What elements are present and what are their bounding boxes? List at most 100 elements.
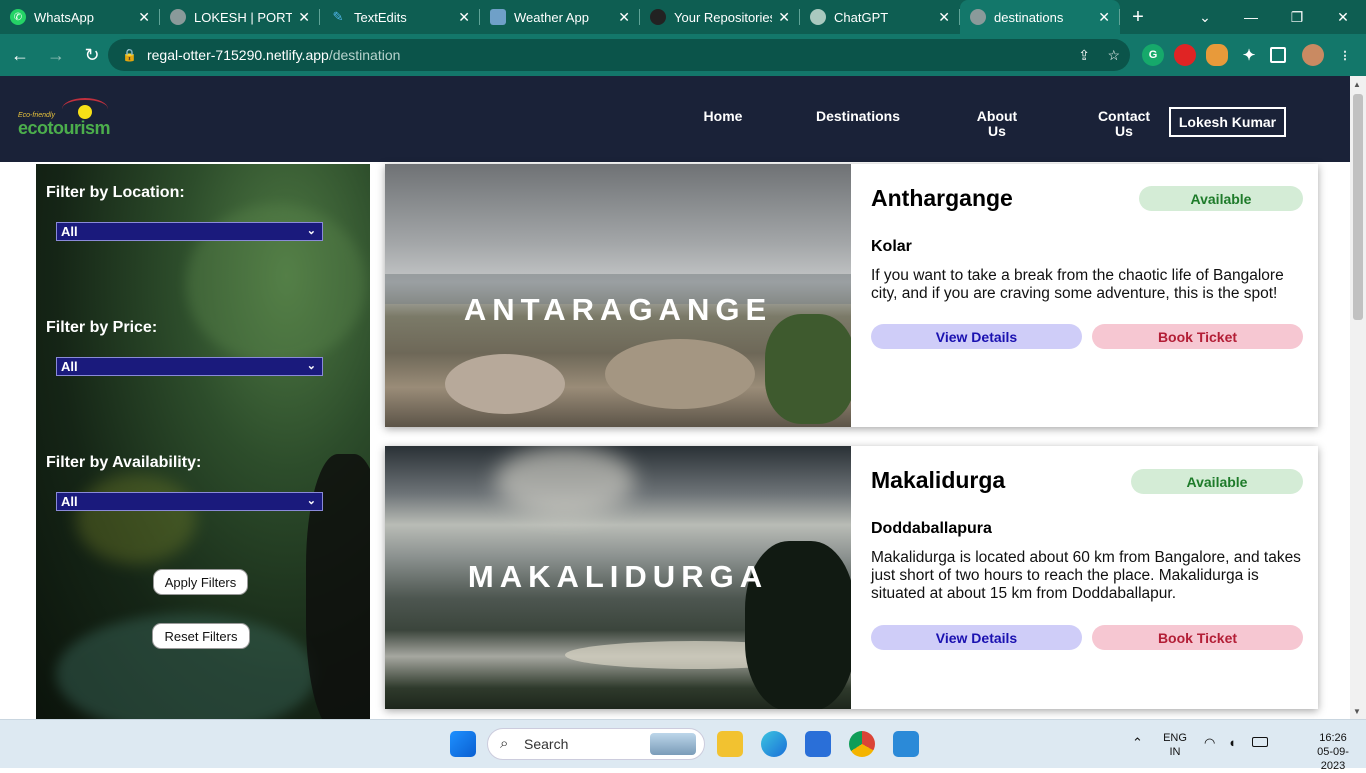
region-code: IN bbox=[1169, 746, 1181, 758]
wifi-icon[interactable]: ◠ bbox=[1204, 736, 1215, 750]
star-icon[interactable]: ☆ bbox=[1107, 47, 1120, 64]
destination-image[interactable]: ANTARAGANGE bbox=[385, 164, 851, 427]
share-icon[interactable]: ⇪ bbox=[1078, 47, 1090, 64]
vscode-icon[interactable] bbox=[893, 731, 919, 757]
chrome-icon[interactable] bbox=[849, 731, 875, 757]
close-icon[interactable]: ✕ bbox=[1098, 9, 1110, 26]
image-caption: ANTARAGANGE bbox=[463, 292, 773, 327]
url-host: regal-otter-715290.netlify.app bbox=[146, 47, 329, 63]
destination-card: MAKALIDURGA Makalidurga Available Doddab… bbox=[385, 446, 1318, 709]
destination-description: Makalidurga is located about 60 km from … bbox=[871, 549, 1301, 602]
chevron-up-icon[interactable]: ⌃ bbox=[1132, 736, 1143, 750]
price-select-value: All bbox=[61, 359, 78, 374]
filter-sidebar: Filter by Location: All ⌄ Filter by Pric… bbox=[36, 164, 370, 719]
back-arrow-icon[interactable]: ← bbox=[4, 39, 36, 71]
destination-title: Makalidurga bbox=[871, 467, 1006, 493]
sun-icon bbox=[78, 105, 92, 119]
filter-location-label: Filter by Location: bbox=[46, 184, 185, 201]
tree-shape bbox=[765, 314, 851, 424]
tab-weather-app[interactable]: Weather App ✕ bbox=[480, 0, 640, 34]
chevron-down-icon: ⌄ bbox=[306, 495, 316, 507]
forward-arrow-icon[interactable]: → bbox=[40, 39, 72, 71]
pen-icon: ✎ bbox=[332, 9, 344, 24]
windows-start-icon[interactable] bbox=[450, 731, 476, 757]
search-highlight-icon bbox=[650, 733, 696, 755]
close-icon[interactable]: ✕ bbox=[938, 9, 950, 26]
avatar[interactable] bbox=[1302, 44, 1324, 66]
close-icon[interactable]: ✕ bbox=[778, 9, 790, 26]
weather-icon bbox=[490, 9, 506, 25]
grammarly-icon[interactable]: G bbox=[1142, 44, 1164, 66]
rock-shape bbox=[445, 354, 565, 414]
language-indicator[interactable]: ENG IN bbox=[1160, 731, 1190, 759]
book-ticket-button[interactable]: Book Ticket bbox=[1092, 324, 1303, 349]
file-explorer-icon[interactable] bbox=[717, 731, 743, 757]
taskbar: ⌕ Search ⌃ ENG IN ◠ ◖ 16:26 05-09-2023 bbox=[0, 719, 1366, 772]
globe-icon bbox=[970, 9, 986, 25]
nav-destinations[interactable]: Destinations bbox=[808, 109, 908, 124]
side-panel-icon[interactable] bbox=[1270, 47, 1286, 63]
tab-label: ChatGPT bbox=[834, 9, 889, 25]
nav-contact-us[interactable]: Contact Us bbox=[1093, 109, 1155, 139]
availability-select[interactable]: All ⌄ bbox=[56, 492, 323, 511]
tab-destinations[interactable]: destinations ✕ bbox=[960, 0, 1120, 34]
tab-whatsapp[interactable]: ✆ WhatsApp ✕ bbox=[0, 0, 160, 34]
price-select[interactable]: All ⌄ bbox=[56, 357, 323, 376]
logo[interactable]: Eco-friendly ecotourism bbox=[18, 98, 118, 138]
address-bar[interactable]: 🔒 regal-otter-715290.netlify.app/destina… bbox=[108, 39, 1130, 71]
location-select[interactable]: All ⌄ bbox=[56, 222, 323, 241]
extension-red-icon[interactable] bbox=[1174, 44, 1196, 66]
view-details-button[interactable]: View Details bbox=[871, 324, 1082, 349]
volume-icon[interactable]: ◖ bbox=[1228, 736, 1236, 750]
reload-icon[interactable]: ↻ bbox=[76, 39, 108, 71]
view-details-button[interactable]: View Details bbox=[871, 625, 1082, 650]
browser-toolbar: ← → ↻ 🔒 regal-otter-715290.netlify.app/d… bbox=[0, 34, 1366, 76]
nav-home[interactable]: Home bbox=[690, 109, 756, 124]
globe-icon bbox=[170, 9, 186, 25]
close-icon[interactable]: ✕ bbox=[618, 9, 630, 26]
search-placeholder: Search bbox=[524, 736, 569, 752]
store-icon[interactable] bbox=[805, 731, 831, 757]
kebab-menu-icon[interactable]: ⋮ bbox=[1334, 44, 1356, 66]
new-tab-button[interactable]: + bbox=[1120, 0, 1156, 34]
close-window-button[interactable]: ✕ bbox=[1320, 0, 1366, 34]
user-button[interactable]: Lokesh Kumar bbox=[1169, 107, 1286, 137]
edge-icon[interactable] bbox=[761, 731, 787, 757]
clock[interactable]: 16:26 05-09-2023 bbox=[1306, 731, 1360, 773]
scrollbar-thumb[interactable] bbox=[1353, 94, 1363, 320]
site-header: Eco-friendly ecotourism Home Destination… bbox=[0, 76, 1350, 162]
battery-icon[interactable] bbox=[1252, 737, 1268, 747]
close-icon[interactable]: ✕ bbox=[298, 9, 310, 26]
scroll-up-icon[interactable]: ▲ bbox=[1353, 80, 1361, 89]
maximize-button[interactable]: ❐ bbox=[1274, 0, 1320, 34]
book-ticket-button[interactable]: Book Ticket bbox=[1092, 625, 1303, 650]
puzzle-icon[interactable]: ✦ bbox=[1238, 44, 1260, 66]
tab-portfolio[interactable]: LOKESH | PORTFO ✕ bbox=[160, 0, 320, 34]
page-scrollbar[interactable]: ▲ ▼ bbox=[1350, 76, 1366, 719]
chevron-down-icon: ⌄ bbox=[306, 225, 316, 237]
extension-orange-icon[interactable] bbox=[1206, 44, 1228, 66]
destination-image[interactable]: MAKALIDURGA bbox=[385, 446, 851, 709]
reset-filters-button[interactable]: Reset Filters bbox=[152, 623, 250, 649]
close-icon[interactable]: ✕ bbox=[138, 9, 150, 26]
tab-label: TextEdits bbox=[354, 9, 407, 25]
destination-card: ANTARAGANGE Anthargange Available Kolar … bbox=[385, 164, 1318, 427]
taskbar-search[interactable]: ⌕ Search bbox=[487, 728, 705, 760]
tab-search-icon[interactable]: ⌄ bbox=[1182, 0, 1228, 34]
chevron-down-icon: ⌄ bbox=[306, 360, 316, 372]
logo-word: ecotourism bbox=[18, 118, 111, 138]
apply-filters-button[interactable]: Apply Filters bbox=[153, 569, 248, 595]
filter-availability-label: Filter by Availability: bbox=[46, 454, 202, 471]
scroll-down-icon[interactable]: ▼ bbox=[1353, 707, 1361, 716]
chatgpt-icon bbox=[810, 9, 826, 25]
close-icon[interactable]: ✕ bbox=[458, 9, 470, 26]
tab-label: Your Repositories bbox=[674, 9, 773, 25]
search-icon: ⌕ bbox=[500, 735, 509, 752]
image-caption: MAKALIDURGA bbox=[467, 559, 769, 594]
tab-chatgpt[interactable]: ChatGPT ✕ bbox=[800, 0, 960, 34]
rock-shape bbox=[605, 339, 755, 409]
tab-repositories[interactable]: Your Repositories ✕ bbox=[640, 0, 800, 34]
nav-about-us[interactable]: About Us bbox=[967, 109, 1027, 139]
minimize-button[interactable]: — bbox=[1228, 0, 1274, 34]
tab-textedits[interactable]: ✎ TextEdits ✕ bbox=[320, 0, 480, 34]
